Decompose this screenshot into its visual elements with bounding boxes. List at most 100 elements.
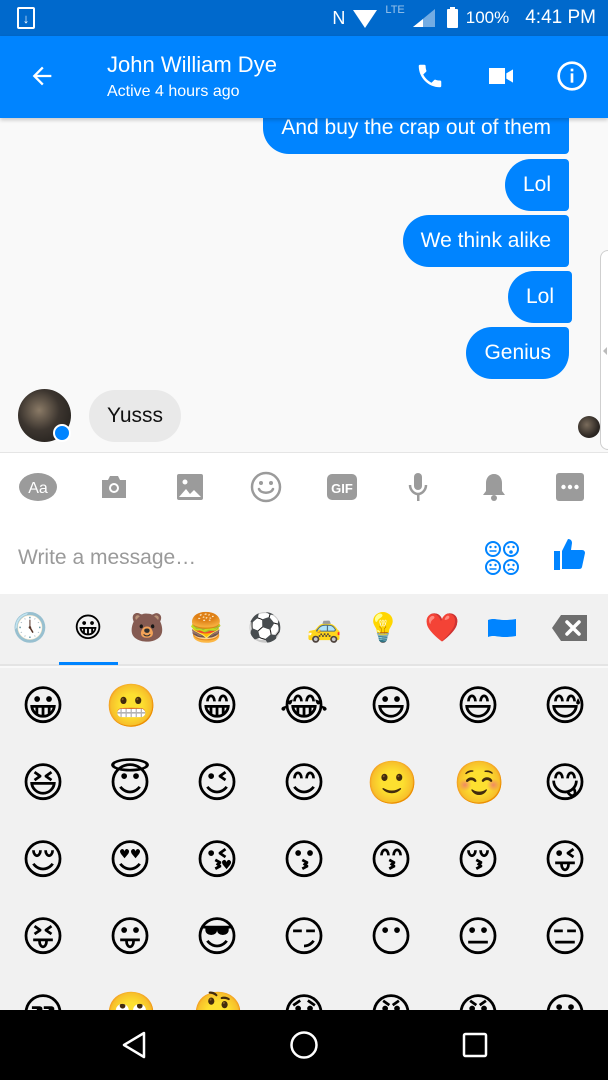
bell-icon xyxy=(483,474,505,501)
tab-objects[interactable]: 💡 xyxy=(363,608,403,648)
emoji-key[interactable]: 😋 xyxy=(540,758,590,808)
emoji-key[interactable]: 😶 xyxy=(540,989,590,1010)
emoji-key[interactable]: 😇 xyxy=(105,758,155,808)
emoji-key[interactable]: 😌 xyxy=(18,835,68,885)
info-button[interactable] xyxy=(555,59,589,93)
conversation-header: John William Dye Active 4 hours ago xyxy=(0,36,608,118)
messenger-badge-icon xyxy=(53,424,71,442)
message-outgoing[interactable]: We think alike xyxy=(402,215,569,267)
tab-symbols[interactable]: ❤️ xyxy=(422,608,462,648)
backspace-button[interactable] xyxy=(550,608,590,648)
camera-icon xyxy=(102,476,126,498)
back-button[interactable] xyxy=(24,58,60,94)
emoji-key[interactable]: 😁 xyxy=(192,681,242,731)
phone-icon xyxy=(418,64,442,88)
emoji-key[interactable]: 😏 xyxy=(279,912,329,962)
emoji-key[interactable]: 😜 xyxy=(540,835,590,885)
emoji-key[interactable]: 😅 xyxy=(540,681,590,731)
back-arrow-icon xyxy=(32,66,52,86)
stickers-icon xyxy=(485,541,519,575)
emoji-key[interactable]: ☺️ xyxy=(453,758,505,808)
contact-status: Active 4 hours ago xyxy=(107,83,240,100)
emoji-key[interactable]: 😘 xyxy=(192,835,242,885)
message-incoming[interactable]: Yusss xyxy=(89,390,182,442)
emoji-key[interactable]: 😂 xyxy=(279,681,329,731)
tab-travel[interactable]: 🚕 xyxy=(304,608,344,648)
call-button[interactable] xyxy=(413,59,447,93)
emoji-key[interactable]: 😗 xyxy=(279,835,329,885)
message-outgoing[interactable]: Lol xyxy=(504,159,569,211)
emoji-grid: 😀 😬 😁 😂 😃 😄 😅 😆 😇 😉 😊 🙂 ☺️ 😋 😌 😍 😘 😗 😙 😚 😜 😝 😛 😎 😏 😶 😐 😑 😒 🙄 🤔 😟 😠 😡 😶 xyxy=(0,668,608,1010)
message-outgoing[interactable]: Lol xyxy=(507,271,572,323)
emoji-key[interactable]: 😍 xyxy=(105,835,155,885)
tab-smileys[interactable]: 😀 xyxy=(68,608,108,648)
emoji-key[interactable]: 🤔 xyxy=(192,989,244,1010)
emoji-key[interactable]: 😊 xyxy=(279,758,329,808)
scroll-handle[interactable] xyxy=(600,250,608,450)
reminder-button[interactable] xyxy=(474,469,514,505)
camera-button[interactable] xyxy=(94,469,134,505)
gallery-button[interactable] xyxy=(170,469,210,505)
emoji-key[interactable]: 😄 xyxy=(453,681,503,731)
info-icon xyxy=(557,61,587,91)
more-button[interactable] xyxy=(550,469,590,505)
message-input[interactable] xyxy=(18,540,458,576)
clock: 4:41 PM xyxy=(525,7,596,28)
message-outgoing[interactable]: Genius xyxy=(466,327,569,379)
emoji-button[interactable] xyxy=(246,469,286,505)
tab-food[interactable]: 🍔 xyxy=(186,608,226,648)
emoji-key[interactable]: 🙄 xyxy=(105,989,157,1010)
tab-animals[interactable]: 🐻 xyxy=(127,608,167,648)
emoji-icon xyxy=(250,471,282,503)
wifi-icon xyxy=(353,10,378,28)
emoji-key[interactable]: 😑 xyxy=(540,912,590,962)
nav-back-button[interactable] xyxy=(116,1027,152,1063)
gif-icon: GIF xyxy=(327,474,357,500)
emoji-key[interactable]: 😙 xyxy=(366,835,416,885)
emoji-key[interactable]: 😠 xyxy=(366,989,416,1010)
emoji-key[interactable]: 😒 xyxy=(18,989,68,1010)
emoji-key[interactable]: 😚 xyxy=(453,835,503,885)
selected-tab-indicator xyxy=(59,662,118,665)
text-style-button[interactable]: Aa xyxy=(18,469,58,505)
emoji-key[interactable]: 😀 xyxy=(18,681,68,731)
stickers-button[interactable] xyxy=(484,540,520,576)
contact-name[interactable]: John William Dye xyxy=(107,52,277,78)
nfc-icon: N xyxy=(332,7,346,28)
emoji-key[interactable]: 😃 xyxy=(366,681,416,731)
emoji-key[interactable]: 🙂 xyxy=(366,758,418,808)
emoji-key[interactable]: 😐 xyxy=(453,912,503,962)
tab-flags[interactable] xyxy=(482,608,522,648)
thumbs-up-icon xyxy=(554,539,585,570)
like-button[interactable] xyxy=(552,536,592,576)
video-call-button[interactable] xyxy=(484,59,518,93)
message-outgoing[interactable]: And buy the crap out of them xyxy=(263,118,569,154)
more-icon xyxy=(556,473,584,501)
tab-activity[interactable]: ⚽ xyxy=(245,608,285,648)
emoji-key[interactable]: 😟 xyxy=(279,989,329,1010)
emoji-key[interactable]: 😆 xyxy=(18,758,68,808)
emoji-key[interactable]: 😝 xyxy=(18,912,68,962)
voice-button[interactable] xyxy=(398,469,438,505)
gif-button[interactable]: GIF xyxy=(322,469,362,505)
nav-home-button[interactable] xyxy=(286,1027,322,1063)
emoji-key[interactable]: 😉 xyxy=(192,758,242,808)
signal-icon xyxy=(412,9,435,27)
emoji-key[interactable]: 😎 xyxy=(192,912,242,962)
emoji-key[interactable]: 😛 xyxy=(105,912,155,962)
lte-label: LTE xyxy=(385,4,405,16)
emoji-key[interactable]: 😡 xyxy=(453,989,503,1010)
tab-recent[interactable]: 🕔 xyxy=(10,608,50,648)
emoji-key[interactable]: 😶 xyxy=(366,912,416,962)
message-composer xyxy=(0,522,608,594)
message-list[interactable]: And buy the crap out of them Lol We thin… xyxy=(0,118,608,452)
svg-text:GIF: GIF xyxy=(331,481,353,496)
emoji-category-tabs: 🕔 😀 🐻 🍔 ⚽ 🚕 💡 ❤️ xyxy=(0,594,608,666)
emoji-key[interactable]: 😬 xyxy=(105,681,157,731)
svg-text:Aa: Aa xyxy=(28,480,48,497)
gallery-icon xyxy=(177,474,203,500)
nav-home-icon xyxy=(290,1031,318,1059)
text-style-icon: Aa xyxy=(19,473,57,501)
nav-recents-button[interactable] xyxy=(457,1027,493,1063)
video-camera-icon xyxy=(489,68,513,84)
